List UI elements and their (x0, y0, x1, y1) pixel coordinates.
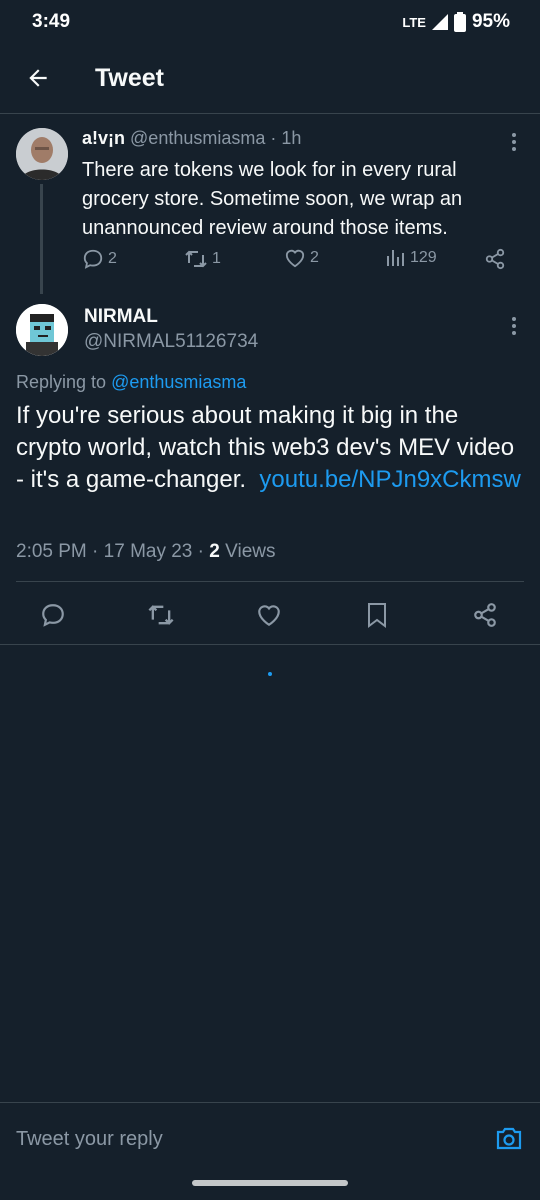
reply-bar (0, 1102, 540, 1172)
battery-level: 95% (471, 11, 510, 32)
avatar-photo (16, 128, 68, 180)
like-button[interactable]: 2 (284, 248, 319, 268)
tweet-text: There are tokens we look for in every ru… (82, 159, 463, 239)
home-indicator[interactable] (192, 1180, 348, 1186)
reply-input[interactable] (16, 1123, 456, 1155)
avatar[interactable] (16, 128, 68, 180)
views-icon (387, 250, 404, 266)
divider (16, 581, 524, 582)
tweet-time: 2:05 PM (16, 541, 87, 562)
tweet-link-part2[interactable]: NPJn9xCkmsw (358, 466, 521, 493)
tweet-link[interactable]: youtu.be/NPJn9xCkmsw (253, 466, 521, 493)
like-count: 2 (310, 249, 319, 266)
views-count[interactable]: 2 (209, 541, 220, 562)
thread-line (40, 184, 43, 294)
views-button[interactable]: 129 (386, 248, 437, 268)
camera-button[interactable] (494, 1123, 524, 1153)
status-time: 3:49 (32, 11, 71, 32)
status-bar: 3:49 LTE 95% (0, 0, 540, 44)
page-title: Tweet (95, 64, 164, 92)
reply-button[interactable] (38, 600, 68, 630)
back-arrow-icon (29, 69, 47, 87)
avatar[interactable] (16, 304, 68, 356)
retweet-icon (185, 250, 207, 268)
reply-button[interactable]: 2 (82, 248, 117, 270)
like-icon (285, 249, 305, 268)
like-icon (258, 605, 280, 627)
retweet-button[interactable] (146, 600, 176, 630)
share-icon (485, 248, 505, 270)
reply-icon (42, 604, 64, 627)
retweet-button[interactable]: 1 (184, 248, 221, 270)
reply-count: 2 (108, 250, 117, 267)
loading-indicator (268, 672, 272, 676)
back-button[interactable] (18, 58, 58, 98)
author-handle[interactable]: @enthusmiasma (130, 128, 265, 148)
tweet-actions (0, 594, 540, 634)
more-button[interactable] (502, 130, 526, 154)
app-header: Tweet (0, 44, 540, 114)
battery-icon (453, 12, 466, 32)
views-label[interactable]: Views (225, 541, 275, 562)
more-button[interactable] (502, 314, 526, 338)
reply-icon (83, 249, 103, 269)
more-icon (512, 133, 516, 151)
replying-to-handle[interactable]: @enthusmiasma (111, 372, 246, 392)
like-button[interactable] (254, 600, 284, 630)
tweet-actions: 2 1 2 129 (82, 248, 522, 278)
replying-to: Replying to @enthusmiasma (16, 372, 246, 393)
tweet-link-part1[interactable]: youtu.be/ (259, 466, 358, 493)
replying-label: Replying to (16, 372, 107, 392)
separator-dot: · (270, 128, 277, 148)
author-handle[interactable]: @NIRMAL51126734 (84, 331, 258, 353)
retweet-icon (148, 605, 174, 625)
author-name[interactable]: a!v¡n (82, 128, 125, 148)
bookmark-button[interactable] (362, 600, 392, 630)
share-button[interactable] (484, 248, 506, 270)
avatar-pixel-art (16, 304, 68, 356)
share-icon (474, 603, 496, 627)
status-icons: LTE 95% (402, 11, 510, 33)
tweet-text: If you're serious about making it big in… (16, 400, 526, 496)
signal-icon (431, 14, 448, 30)
author-name[interactable]: NIRMAL (84, 306, 158, 328)
separator-dot: · (92, 541, 99, 562)
parent-tweet-header: a!v¡n @enthusmiasma · 1h (82, 128, 301, 149)
parent-tweet[interactable]: a!v¡n @enthusmiasma · 1h There are token… (0, 114, 540, 294)
tweet-time: 1h (281, 128, 302, 148)
divider (0, 644, 540, 645)
more-icon (512, 317, 516, 335)
retweet-count: 1 (212, 250, 221, 267)
views-count: 129 (410, 249, 437, 266)
tweet-date: 17 May 23 (103, 541, 193, 562)
network-label: LTE (402, 14, 426, 30)
camera-icon (496, 1127, 522, 1150)
separator-dot: · (197, 541, 204, 562)
share-button[interactable] (470, 600, 500, 630)
tweet-meta: 2:05 PM · 17 May 23 · 2 Views (16, 541, 275, 563)
bookmark-icon (368, 603, 386, 628)
